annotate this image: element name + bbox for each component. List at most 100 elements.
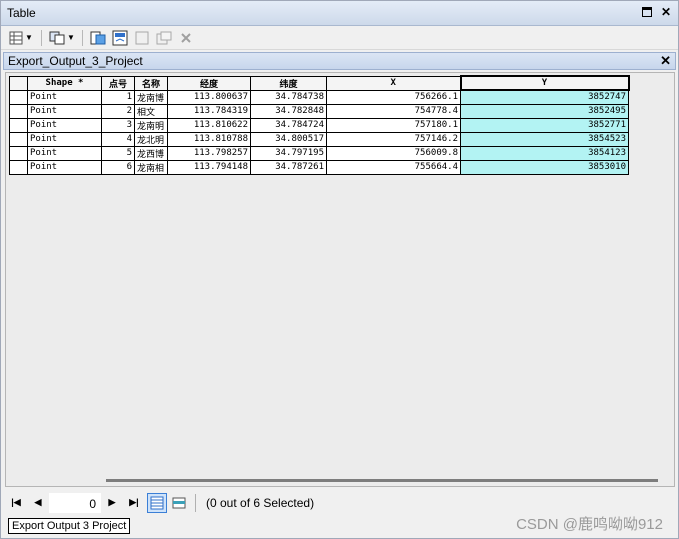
cell-name[interactable]: 龙南相 (134, 159, 168, 175)
table-row[interactable]: Point 5 龙西博 113.798257 34.797195 756009.… (9, 145, 629, 161)
column-header-name[interactable]: 名称 (134, 75, 168, 91)
close-icon: ✕ (660, 5, 672, 19)
table-row[interactable]: Point 4 龙北明 113.810788 34.800517 757146.… (9, 131, 629, 147)
cell-point-number[interactable]: 3 (101, 117, 135, 133)
cell-point-number[interactable]: 5 (101, 145, 135, 161)
column-header-x[interactable]: X (326, 75, 461, 91)
tab-export-output-3-project[interactable]: Export Output 3 Project (8, 518, 131, 534)
table-tab-title: Export_Output_3_Project (8, 54, 143, 68)
cell-latitude[interactable]: 34.800517 (250, 131, 327, 147)
cell-point-number[interactable]: 4 (101, 131, 135, 147)
table-row[interactable]: Point 6 龙南相 113.794148 34.787261 755664.… (9, 159, 629, 175)
toolbar-divider (41, 29, 42, 46)
cell-latitude[interactable]: 34.782848 (250, 103, 327, 119)
cell-y[interactable]: 3852495 (460, 103, 629, 119)
table-row[interactable]: Point 2 相文 113.784319 34.782848 754778.4… (9, 103, 629, 119)
cell-y[interactable]: 3854123 (460, 145, 629, 161)
cell-shape[interactable]: Point (27, 159, 102, 175)
row-selector[interactable] (9, 159, 28, 175)
row-selector[interactable] (9, 131, 28, 147)
all-records-icon (150, 496, 164, 509)
delete-selected-button[interactable] (177, 29, 195, 47)
table-options-button[interactable]: ▼ (7, 29, 35, 47)
cell-shape[interactable]: Point (27, 145, 102, 161)
cell-name[interactable]: 龙南明 (134, 117, 168, 133)
cell-shape[interactable]: Point (27, 131, 102, 147)
next-record-button[interactable]: ▶ (101, 492, 123, 514)
cell-point-number[interactable]: 6 (101, 159, 135, 175)
cell-longitude[interactable]: 113.810788 (167, 131, 251, 147)
column-header-point-number[interactable]: 点号 (101, 75, 135, 91)
cell-y[interactable]: 3852747 (460, 89, 629, 105)
first-record-button[interactable]: |◀ (5, 492, 27, 514)
cell-x[interactable]: 757146.2 (326, 131, 461, 147)
last-record-button[interactable]: ▶| (123, 492, 145, 514)
column-header-longitude[interactable]: 经度 (167, 75, 251, 91)
zoom-to-selected-icon (156, 31, 172, 44)
maximize-button[interactable] (642, 6, 654, 18)
row-selector[interactable] (9, 103, 28, 119)
cell-name[interactable]: 相文 (134, 103, 168, 119)
cell-point-number[interactable]: 1 (101, 89, 135, 105)
previous-record-button[interactable]: ◀ (27, 492, 49, 514)
cell-x[interactable]: 756266.1 (326, 89, 461, 105)
cell-longitude[interactable]: 113.810622 (167, 117, 251, 133)
header-row: Shape * 点号 名称 经度 纬度 X Y (9, 75, 630, 91)
cell-x[interactable]: 756009.8 (326, 145, 461, 161)
cell-y[interactable]: 3852771 (460, 117, 629, 133)
maximize-icon (642, 7, 652, 17)
column-header-latitude[interactable]: 纬度 (250, 75, 327, 91)
row-selector[interactable] (9, 117, 28, 133)
row-selector[interactable] (9, 145, 28, 161)
window-title: Table (7, 6, 36, 20)
close-window-button[interactable]: ✕ (660, 6, 672, 18)
column-header-y[interactable]: Y (459, 75, 630, 91)
show-all-records-button[interactable] (147, 492, 167, 513)
clear-selection-button[interactable] (133, 29, 151, 47)
cell-shape[interactable]: Point (27, 89, 102, 105)
cell-x[interactable]: 755664.4 (326, 159, 461, 175)
cell-name[interactable]: 龙北明 (134, 131, 168, 147)
cell-point-number[interactable]: 2 (101, 103, 135, 119)
table-options-icon (9, 31, 23, 44)
delete-icon (181, 32, 191, 43)
cell-name[interactable]: 龙南博 (134, 89, 168, 105)
column-header-shape[interactable]: Shape * (27, 75, 102, 91)
select-by-attributes-button[interactable] (89, 29, 107, 47)
first-record-icon: |◀ (11, 497, 21, 507)
cell-latitude[interactable]: 34.797195 (250, 145, 327, 161)
cell-x[interactable]: 757180.1 (326, 117, 461, 133)
window-title-bar: Table ✕ (1, 1, 678, 26)
cell-longitude[interactable]: 113.794148 (167, 159, 251, 175)
cell-shape[interactable]: Point (27, 117, 102, 133)
related-tables-button[interactable]: ▼ (48, 29, 76, 47)
table-row[interactable]: Point 1 龙南博 113.800637 34.784738 756266.… (9, 89, 629, 105)
cell-shape[interactable]: Point (27, 103, 102, 119)
select-by-attributes-icon (90, 31, 106, 44)
row-selector[interactable] (9, 89, 28, 105)
cell-latitude[interactable]: 34.784738 (250, 89, 327, 105)
record-navigation-bar: |◀ ◀ 0 ▶ ▶| (0 out of 6 Selected) (5, 489, 675, 516)
clear-selection-icon (135, 31, 149, 44)
switch-selection-button[interactable] (111, 29, 129, 47)
selected-records-icon (172, 497, 186, 508)
horizontal-scrollbar[interactable] (106, 479, 658, 482)
zoom-to-selected-button[interactable] (155, 29, 173, 47)
cell-longitude[interactable]: 113.784319 (167, 103, 251, 119)
navigation-divider (195, 493, 196, 512)
show-selected-records-button[interactable] (169, 493, 189, 513)
row-selector-header[interactable] (9, 75, 28, 91)
cell-latitude[interactable]: 34.787261 (250, 159, 327, 175)
close-tab-icon[interactable]: ✕ (660, 54, 671, 68)
cell-name[interactable]: 龙西博 (134, 145, 168, 161)
cell-longitude[interactable]: 113.798257 (167, 145, 251, 161)
cell-latitude[interactable]: 34.784724 (250, 117, 327, 133)
toolbar-divider (82, 29, 83, 46)
next-record-icon: ▶ (108, 497, 116, 507)
cell-x[interactable]: 754778.4 (326, 103, 461, 119)
cell-longitude[interactable]: 113.800637 (167, 89, 251, 105)
cell-y[interactable]: 3853010 (460, 159, 629, 175)
table-row[interactable]: Point 3 龙南明 113.810622 34.784724 757180.… (9, 117, 629, 133)
current-record-input[interactable]: 0 (49, 492, 101, 513)
cell-y[interactable]: 3854523 (460, 131, 629, 147)
